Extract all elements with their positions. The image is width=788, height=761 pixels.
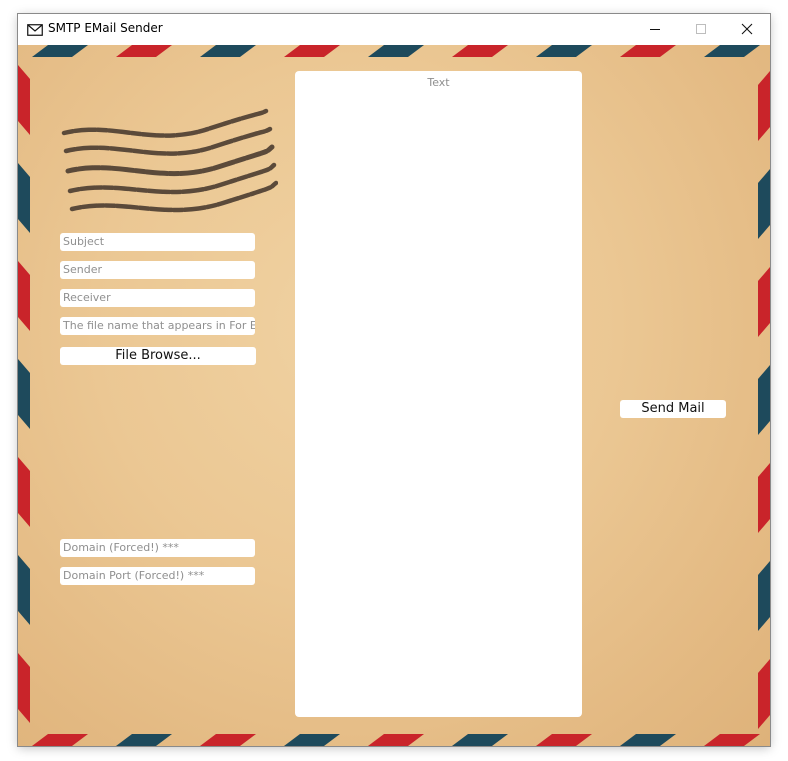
domain-port-input[interactable]: Domain Port (Forced!) *** bbox=[60, 567, 255, 585]
send-mail-button[interactable]: Send Mail bbox=[620, 400, 726, 418]
border-stripe bbox=[18, 555, 30, 625]
close-icon bbox=[741, 20, 753, 39]
border-stripe bbox=[200, 45, 256, 57]
border-stripe bbox=[200, 734, 256, 746]
border-stripe bbox=[284, 734, 340, 746]
border-stripe bbox=[32, 734, 88, 746]
close-button[interactable] bbox=[724, 14, 770, 45]
message-body-placeholder: Text bbox=[427, 76, 450, 89]
border-stripe bbox=[452, 734, 508, 746]
border-stripe bbox=[368, 45, 424, 57]
border-stripe bbox=[620, 734, 676, 746]
border-stripe bbox=[18, 163, 30, 233]
border-stripe bbox=[18, 653, 30, 723]
sender-input[interactable]: Sender bbox=[60, 261, 255, 279]
minimize-icon bbox=[649, 20, 661, 39]
border-stripe bbox=[758, 169, 770, 239]
subject-input[interactable]: Subject bbox=[60, 233, 255, 251]
postmark-icon bbox=[61, 108, 278, 213]
border-stripe bbox=[116, 734, 172, 746]
envelope-background: Subject Sender Receiver The file name th… bbox=[18, 45, 770, 746]
domain-input[interactable]: Domain (Forced!) *** bbox=[60, 539, 255, 557]
border-stripe bbox=[18, 65, 30, 135]
border-stripe bbox=[18, 261, 30, 331]
file-browse-button[interactable]: File Browse... bbox=[60, 347, 256, 365]
border-stripe bbox=[704, 45, 760, 57]
border-stripe bbox=[758, 561, 770, 631]
border-stripe bbox=[452, 45, 508, 57]
border-stripe bbox=[620, 45, 676, 57]
window-title: SMTP EMail Sender bbox=[48, 21, 163, 35]
border-stripe bbox=[758, 267, 770, 337]
border-stripe bbox=[758, 659, 770, 729]
envelope-icon bbox=[27, 22, 43, 36]
app-window: SMTP EMail Sender Subject Sender Receive… bbox=[18, 14, 770, 746]
title-bar[interactable]: SMTP EMail Sender bbox=[18, 14, 770, 45]
border-stripe bbox=[368, 734, 424, 746]
attachment-name-input[interactable]: The file name that appears in For E-Mail bbox=[60, 317, 255, 335]
receiver-input[interactable]: Receiver bbox=[60, 289, 255, 307]
border-stripe bbox=[758, 463, 770, 533]
border-stripe bbox=[758, 71, 770, 141]
border-stripe bbox=[116, 45, 172, 57]
maximize-button[interactable] bbox=[678, 14, 724, 45]
border-stripe bbox=[18, 359, 30, 429]
maximize-icon bbox=[695, 20, 707, 39]
border-stripe bbox=[758, 365, 770, 435]
border-stripe bbox=[536, 45, 592, 57]
border-stripe bbox=[704, 734, 760, 746]
border-stripe bbox=[536, 734, 592, 746]
border-stripe bbox=[32, 45, 88, 57]
minimize-button[interactable] bbox=[632, 14, 678, 45]
border-stripe bbox=[284, 45, 340, 57]
border-stripe bbox=[18, 457, 30, 527]
message-body-textarea[interactable]: Text bbox=[295, 71, 582, 717]
